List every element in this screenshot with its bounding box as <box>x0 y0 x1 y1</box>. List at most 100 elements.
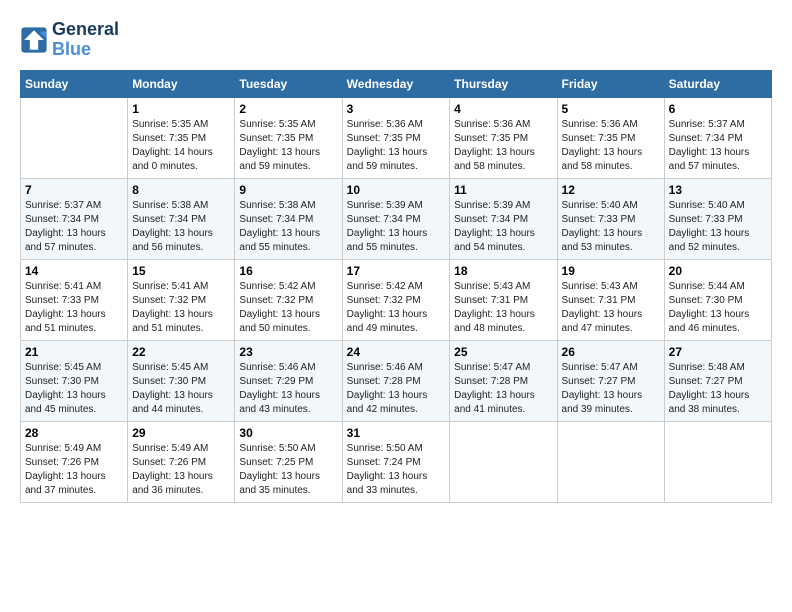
calendar-cell: 8Sunrise: 5:38 AM Sunset: 7:34 PM Daylig… <box>128 178 235 259</box>
day-number: 12 <box>562 183 660 197</box>
calendar-cell: 20 Sunrise: 5:44 AM Sunset: 7:30 PM Dayli… <box>664 259 771 340</box>
calendar-cell: 25 Sunrise: 5:47 AM Sunset: 7:28 PM Dayli… <box>450 340 557 421</box>
day-number: 5 <box>562 102 660 116</box>
calendar-cell: 29 Sunrise: 5:49 AM Sunset: 7:26 PM Dayli… <box>128 421 235 502</box>
calendar-cell: 30 Sunrise: 5:50 AM Sunset: 7:25 PM Dayli… <box>235 421 342 502</box>
day-info: Sunrise: 5:48 AM Sunset: 7:27 PM Dayligh… <box>669 361 767 417</box>
day-number: 11 <box>454 183 552 197</box>
day-info: Sunrise: 5:47 AM Sunset: 7:28 PM Dayligh… <box>454 361 552 417</box>
day-number: 18 <box>454 264 552 278</box>
day-info: Sunrise: 5:41 AM Sunset: 7:32 PM Dayligh… <box>132 280 230 336</box>
calendar-cell: 21 Sunrise: 5:45 AM Sunset: 7:30 PM Dayli… <box>21 340 128 421</box>
day-info: Sunrise: 5:47 AM Sunset: 7:27 PM Dayligh… <box>562 361 660 417</box>
weekday-header-sunday: Sunday <box>21 70 128 97</box>
calendar-cell: 10 Sunrise: 5:39 AM Sunset: 7:34 PM Dayli… <box>342 178 450 259</box>
day-info: Sunrise: 5:35 AM Sunset: 7:35 PM Dayligh… <box>239 118 337 174</box>
day-info: Sunrise: 5:43 AM Sunset: 7:31 PM Dayligh… <box>562 280 660 336</box>
calendar-cell: 11 Sunrise: 5:39 AM Sunset: 7:34 PM Dayli… <box>450 178 557 259</box>
calendar-cell: 28 Sunrise: 5:49 AM Sunset: 7:26 PM Dayli… <box>21 421 128 502</box>
weekday-header-tuesday: Tuesday <box>235 70 342 97</box>
day-info: Sunrise: 5:50 AM Sunset: 7:24 PM Dayligh… <box>347 442 446 498</box>
day-number: 23 <box>239 345 337 359</box>
calendar-week-row: 1 Sunrise: 5:35 AM Sunset: 7:35 PM Daylig… <box>21 97 772 178</box>
day-number: 24 <box>347 345 446 359</box>
calendar-cell <box>664 421 771 502</box>
day-number: 10 <box>347 183 446 197</box>
calendar-cell <box>21 97 128 178</box>
day-number: 8 <box>132 183 230 197</box>
day-number: 28 <box>25 426 123 440</box>
day-number: 31 <box>347 426 446 440</box>
day-info: Sunrise: 5:40 AM Sunset: 7:33 PM Dayligh… <box>562 199 660 255</box>
day-info: Sunrise: 5:36 AM Sunset: 7:35 PM Dayligh… <box>562 118 660 174</box>
calendar-cell: 26 Sunrise: 5:47 AM Sunset: 7:27 PM Dayli… <box>557 340 664 421</box>
day-info: Sunrise: 5:42 AM Sunset: 7:32 PM Dayligh… <box>239 280 337 336</box>
day-info: Sunrise: 5:49 AM Sunset: 7:26 PM Dayligh… <box>25 442 123 498</box>
logo-text: General Blue <box>52 20 119 60</box>
calendar-cell: 17 Sunrise: 5:42 AM Sunset: 7:32 PM Dayli… <box>342 259 450 340</box>
calendar-cell: 9Sunrise: 5:38 AM Sunset: 7:34 PM Daylig… <box>235 178 342 259</box>
calendar-cell: 22Sunrise: 5:45 AM Sunset: 7:30 PM Dayli… <box>128 340 235 421</box>
day-number: 7 <box>25 183 123 197</box>
day-number: 26 <box>562 345 660 359</box>
calendar-cell: 14 Sunrise: 5:41 AM Sunset: 7:33 PM Dayli… <box>21 259 128 340</box>
calendar-cell: 15Sunrise: 5:41 AM Sunset: 7:32 PM Dayli… <box>128 259 235 340</box>
calendar-cell: 13Sunrise: 5:40 AM Sunset: 7:33 PM Dayli… <box>664 178 771 259</box>
day-number: 16 <box>239 264 337 278</box>
day-info: Sunrise: 5:46 AM Sunset: 7:28 PM Dayligh… <box>347 361 446 417</box>
day-number: 2 <box>239 102 337 116</box>
calendar-cell: 19Sunrise: 5:43 AM Sunset: 7:31 PM Dayli… <box>557 259 664 340</box>
day-info: Sunrise: 5:37 AM Sunset: 7:34 PM Dayligh… <box>25 199 123 255</box>
calendar-cell: 2 Sunrise: 5:35 AM Sunset: 7:35 PM Daylig… <box>235 97 342 178</box>
weekday-header-thursday: Thursday <box>450 70 557 97</box>
day-info: Sunrise: 5:49 AM Sunset: 7:26 PM Dayligh… <box>132 442 230 498</box>
day-number: 25 <box>454 345 552 359</box>
day-info: Sunrise: 5:39 AM Sunset: 7:34 PM Dayligh… <box>347 199 446 255</box>
calendar-week-row: 7 Sunrise: 5:37 AM Sunset: 7:34 PM Daylig… <box>21 178 772 259</box>
calendar-table: SundayMondayTuesdayWednesdayThursdayFrid… <box>20 70 772 503</box>
calendar-cell <box>450 421 557 502</box>
logo: General Blue <box>20 20 119 60</box>
calendar-cell: 4 Sunrise: 5:36 AM Sunset: 7:35 PM Daylig… <box>450 97 557 178</box>
weekday-header-wednesday: Wednesday <box>342 70 450 97</box>
day-number: 3 <box>347 102 446 116</box>
day-info: Sunrise: 5:36 AM Sunset: 7:35 PM Dayligh… <box>454 118 552 174</box>
day-number: 27 <box>669 345 767 359</box>
calendar-week-row: 14 Sunrise: 5:41 AM Sunset: 7:33 PM Dayli… <box>21 259 772 340</box>
calendar-cell: 27 Sunrise: 5:48 AM Sunset: 7:27 PM Dayli… <box>664 340 771 421</box>
day-info: Sunrise: 5:44 AM Sunset: 7:30 PM Dayligh… <box>669 280 767 336</box>
day-number: 21 <box>25 345 123 359</box>
calendar-header-row: SundayMondayTuesdayWednesdayThursdayFrid… <box>21 70 772 97</box>
day-info: Sunrise: 5:35 AM Sunset: 7:35 PM Dayligh… <box>132 118 230 174</box>
calendar-week-row: 28 Sunrise: 5:49 AM Sunset: 7:26 PM Dayli… <box>21 421 772 502</box>
calendar-cell: 1 Sunrise: 5:35 AM Sunset: 7:35 PM Daylig… <box>128 97 235 178</box>
day-number: 1 <box>132 102 230 116</box>
calendar-cell: 12 Sunrise: 5:40 AM Sunset: 7:33 PM Dayli… <box>557 178 664 259</box>
day-info: Sunrise: 5:42 AM Sunset: 7:32 PM Dayligh… <box>347 280 446 336</box>
calendar-cell: 24 Sunrise: 5:46 AM Sunset: 7:28 PM Dayli… <box>342 340 450 421</box>
calendar-cell: 6 Sunrise: 5:37 AM Sunset: 7:34 PM Daylig… <box>664 97 771 178</box>
day-number: 17 <box>347 264 446 278</box>
day-number: 4 <box>454 102 552 116</box>
day-info: Sunrise: 5:41 AM Sunset: 7:33 PM Dayligh… <box>25 280 123 336</box>
day-info: Sunrise: 5:39 AM Sunset: 7:34 PM Dayligh… <box>454 199 552 255</box>
calendar-week-row: 21 Sunrise: 5:45 AM Sunset: 7:30 PM Dayli… <box>21 340 772 421</box>
calendar-cell <box>557 421 664 502</box>
day-number: 20 <box>669 264 767 278</box>
day-info: Sunrise: 5:37 AM Sunset: 7:34 PM Dayligh… <box>669 118 767 174</box>
calendar-cell: 5 Sunrise: 5:36 AM Sunset: 7:35 PM Daylig… <box>557 97 664 178</box>
weekday-header-friday: Friday <box>557 70 664 97</box>
day-info: Sunrise: 5:45 AM Sunset: 7:30 PM Dayligh… <box>25 361 123 417</box>
calendar-cell: 3 Sunrise: 5:36 AM Sunset: 7:35 PM Daylig… <box>342 97 450 178</box>
day-info: Sunrise: 5:36 AM Sunset: 7:35 PM Dayligh… <box>347 118 446 174</box>
calendar-cell: 31 Sunrise: 5:50 AM Sunset: 7:24 PM Dayli… <box>342 421 450 502</box>
day-info: Sunrise: 5:45 AM Sunset: 7:30 PM Dayligh… <box>132 361 230 417</box>
weekday-header-saturday: Saturday <box>664 70 771 97</box>
weekday-header-monday: Monday <box>128 70 235 97</box>
day-number: 14 <box>25 264 123 278</box>
day-info: Sunrise: 5:43 AM Sunset: 7:31 PM Dayligh… <box>454 280 552 336</box>
day-info: Sunrise: 5:50 AM Sunset: 7:25 PM Dayligh… <box>239 442 337 498</box>
day-number: 30 <box>239 426 337 440</box>
day-number: 29 <box>132 426 230 440</box>
day-number: 6 <box>669 102 767 116</box>
